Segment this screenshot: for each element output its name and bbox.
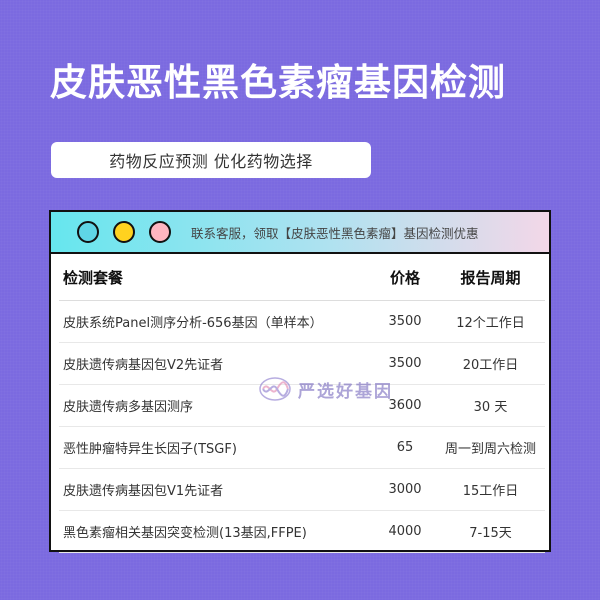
window-dot-cyan-icon [77, 221, 99, 243]
window-dot-pink-icon [149, 221, 171, 243]
package-period: 15工作日 [436, 468, 545, 511]
panel-titlebar: 联系客服，领取【皮肤恶性黑色素瘤】基因检测优惠 [51, 212, 549, 254]
table-row: 恶性肿瘤特异生长因子(TSGF) 65 周一到周六检测 [59, 426, 545, 469]
package-price: 3500 [374, 342, 436, 385]
package-name: 皮肤遗传病基因包V1先证者 [59, 468, 374, 511]
package-name: 皮肤遗传病多基因测序 [59, 384, 374, 427]
table-row: 皮肤遗传病基因包V1先证者 3000 15工作日 [59, 468, 545, 511]
price-panel: 联系客服，领取【皮肤恶性黑色素瘤】基因检测优惠 检测套餐 价格 报告周期 皮肤系… [49, 210, 551, 553]
subtitle-badge: 药物反应预测 优化药物选择 [51, 142, 371, 178]
table-row: 皮肤系统Panel测序分析-656基因（单样本） 3500 12个工作日 [59, 300, 545, 343]
table-row: 皮肤遗传病基因包V2先证者 3500 20工作日 [59, 342, 545, 385]
promo-text[interactable]: 联系客服，领取【皮肤恶性黑色素瘤】基因检测优惠 [191, 223, 479, 242]
package-name: 黑色素瘤相关基因突变检测(13基因,FFPE) [59, 510, 374, 553]
column-header-package: 检测套餐 [59, 254, 374, 301]
column-header-price: 价格 [374, 254, 436, 301]
package-period: 12个工作日 [436, 300, 545, 343]
package-price: 3000 [374, 468, 436, 511]
price-table: 检测套餐 价格 报告周期 皮肤系统Panel测序分析-656基因（单样本） 35… [59, 254, 545, 553]
package-price: 3600 [374, 384, 436, 427]
table-row: 黑色素瘤相关基因突变检测(13基因,FFPE) 4000 7-15天 [59, 510, 545, 553]
package-price: 3500 [374, 300, 436, 343]
subtitle-text: 药物反应预测 优化药物选择 [109, 152, 313, 171]
package-period: 20工作日 [436, 342, 545, 385]
table-header-row: 检测套餐 价格 报告周期 [59, 254, 545, 301]
page-title: 皮肤恶性黑色素瘤基因检测 [50, 61, 506, 104]
window-dot-yellow-icon [113, 221, 135, 243]
package-name: 皮肤遗传病基因包V2先证者 [59, 342, 374, 385]
package-price: 4000 [374, 510, 436, 553]
package-period: 30 天 [436, 384, 545, 427]
package-price: 65 [374, 426, 436, 469]
package-period: 周一到周六检测 [436, 426, 545, 469]
table-row: 皮肤遗传病多基因测序 3600 30 天 [59, 384, 545, 427]
column-header-period: 报告周期 [436, 254, 545, 301]
package-name: 皮肤系统Panel测序分析-656基因（单样本） [59, 300, 374, 343]
package-name: 恶性肿瘤特异生长因子(TSGF) [59, 426, 374, 469]
package-period: 7-15天 [436, 510, 545, 553]
